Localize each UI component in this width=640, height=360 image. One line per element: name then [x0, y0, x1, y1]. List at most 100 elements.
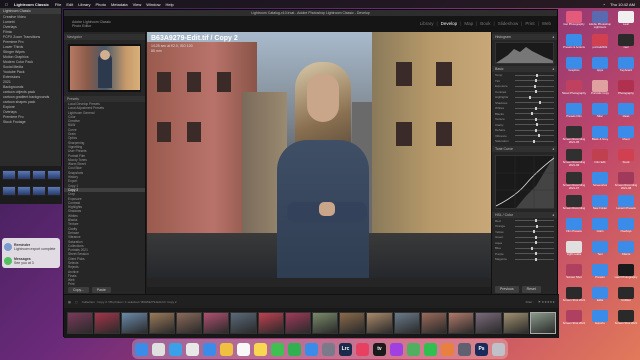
whatsapp-icon[interactable] — [424, 342, 437, 356]
hsl-header[interactable]: HSL / Color ◂ — [492, 211, 557, 218]
filmstrip[interactable] — [64, 308, 559, 338]
module-develop[interactable]: Develop — [441, 21, 458, 26]
filmstrip-thumbnail[interactable] — [475, 312, 502, 334]
module-book[interactable]: Book — [480, 21, 490, 26]
photoshop-icon[interactable]: Ps — [475, 342, 488, 356]
menu-view[interactable]: View — [133, 2, 142, 7]
slider-orange[interactable]: Orange — [495, 224, 554, 229]
filmstrip-thumbnail[interactable] — [284, 312, 311, 334]
slider-handle[interactable] — [534, 106, 537, 110]
messages-icon[interactable] — [271, 342, 284, 356]
sidebar-item[interactable]: Stock Footage — [0, 119, 61, 124]
filmstrip-thumbnail[interactable] — [148, 312, 175, 334]
filmstrip-thumbnail[interactable] — [448, 312, 475, 334]
module-map[interactable]: Map — [464, 21, 473, 26]
slider-saturation[interactable]: Saturation — [495, 139, 554, 144]
desktop-icon[interactable]: Exports — [586, 310, 614, 336]
slider-track[interactable] — [515, 101, 554, 105]
apple-tv-icon[interactable]: tv — [373, 342, 386, 356]
filter-flags-icon[interactable]: ⚑ ★★★★★ — [538, 300, 555, 304]
slider-track[interactable] — [515, 84, 554, 88]
slider-track[interactable] — [515, 257, 554, 261]
apple-menu-icon[interactable]:  — [5, 2, 8, 7]
filmstrip-thumbnail[interactable] — [366, 312, 393, 334]
filmstrip-thumbnail[interactable] — [230, 312, 257, 334]
filmstrip-thumbnail[interactable] — [420, 312, 448, 334]
loupe-view-icon[interactable]: ▢ — [75, 300, 78, 304]
filmstrip-thumbnail[interactable] — [311, 312, 339, 334]
slider-vibrance[interactable]: Vibrance — [495, 134, 554, 139]
trash-icon[interactable] — [492, 342, 505, 356]
filmstrip-thumbnail[interactable] — [94, 312, 121, 334]
slider-handle[interactable] — [534, 257, 537, 261]
navigator-preview[interactable] — [68, 44, 141, 92]
reset-button[interactable]: Reset — [521, 286, 541, 293]
facetime-icon[interactable] — [288, 342, 301, 356]
menu-photo[interactable]: Photo — [96, 2, 106, 7]
slider-track[interactable] — [515, 241, 554, 245]
slider-track[interactable] — [515, 95, 554, 99]
slider-handle[interactable] — [534, 235, 537, 239]
slider-shadows[interactable]: Shadows — [495, 101, 554, 106]
filmstrip-thumbnail[interactable] — [393, 312, 420, 334]
slider-magenta[interactable]: Magenta — [495, 257, 554, 262]
slider-track[interactable] — [515, 219, 554, 223]
menu-window[interactable]: Window — [146, 2, 160, 7]
maps-icon[interactable] — [407, 342, 420, 356]
slider-contrast[interactable]: Contrast — [495, 90, 554, 95]
slider-blue[interactable]: Blue — [495, 246, 554, 251]
slider-handle[interactable] — [534, 128, 537, 132]
menu-library[interactable]: Library — [78, 2, 90, 7]
notes-icon[interactable] — [254, 342, 267, 356]
slider-track[interactable] — [515, 246, 554, 250]
slider-temp[interactable]: Temp — [495, 73, 554, 78]
mail-icon[interactable] — [203, 342, 216, 356]
launchpad-icon[interactable] — [152, 342, 165, 356]
filmstrip-thumbnail[interactable] — [502, 312, 529, 334]
menu-metadata[interactable]: Metadata — [111, 2, 128, 7]
notification-center[interactable]: Reminder Lightroom export complete Messag… — [2, 238, 60, 268]
app-store-icon[interactable] — [305, 342, 318, 356]
navigator-header[interactable]: Navigator — [64, 34, 145, 40]
slider-handle[interactable] — [533, 84, 536, 88]
slider-highlights[interactable]: Highlights — [495, 95, 554, 100]
chrome-icon[interactable] — [186, 342, 199, 356]
module-web[interactable]: Web — [542, 21, 551, 26]
filmstrip-thumbnail[interactable] — [529, 312, 556, 334]
slider-handle[interactable] — [531, 112, 534, 116]
desktop-icon[interactable]: Screen Shot 2021 — [612, 310, 640, 336]
paste-button[interactable]: Paste — [91, 287, 111, 293]
slider-exposure[interactable]: Exposure — [495, 84, 554, 89]
desktop-icon[interactable]: Screen Shot 2021 — [560, 310, 588, 336]
slider-handle[interactable] — [537, 134, 540, 138]
module-print[interactable]: Print — [525, 21, 534, 26]
slider-track[interactable] — [515, 128, 554, 132]
filmstrip-thumbnail[interactable] — [257, 312, 284, 334]
slider-track[interactable] — [515, 73, 554, 77]
tone-curve[interactable] — [495, 154, 554, 209]
tone-curve-header[interactable]: Tone Curve ◂ — [492, 145, 557, 152]
menu-help[interactable]: Help — [165, 2, 173, 7]
slider-handle[interactable] — [535, 90, 538, 94]
slider-whites[interactable]: Whites — [495, 106, 554, 111]
filmstrip-thumbnail[interactable] — [175, 312, 203, 334]
slider-handle[interactable] — [534, 79, 537, 83]
slider-handle[interactable] — [532, 230, 535, 234]
slider-tint[interactable]: Tint — [495, 79, 554, 84]
wifi-icon[interactable]: ◔ — [603, 2, 605, 7]
settings-icon[interactable] — [322, 342, 335, 356]
slider-blacks[interactable]: Blacks — [495, 112, 554, 117]
slider-handle[interactable] — [534, 252, 537, 256]
grid-view-icon[interactable]: ▦ — [68, 300, 71, 304]
slider-track[interactable] — [515, 139, 554, 143]
copy-button[interactable]: Copy... — [68, 287, 89, 293]
filmstrip-thumbnail[interactable] — [203, 312, 230, 334]
music-icon[interactable] — [356, 342, 369, 356]
slider-track[interactable] — [515, 106, 554, 110]
app-menu[interactable]: Lightroom Classic — [14, 2, 49, 7]
photos-icon[interactable] — [220, 342, 233, 356]
histogram-header[interactable]: Histogram ◂ — [492, 34, 557, 40]
slider-handle[interactable] — [532, 139, 535, 143]
slider-handle[interactable] — [536, 123, 539, 127]
safari-icon[interactable] — [169, 342, 182, 356]
